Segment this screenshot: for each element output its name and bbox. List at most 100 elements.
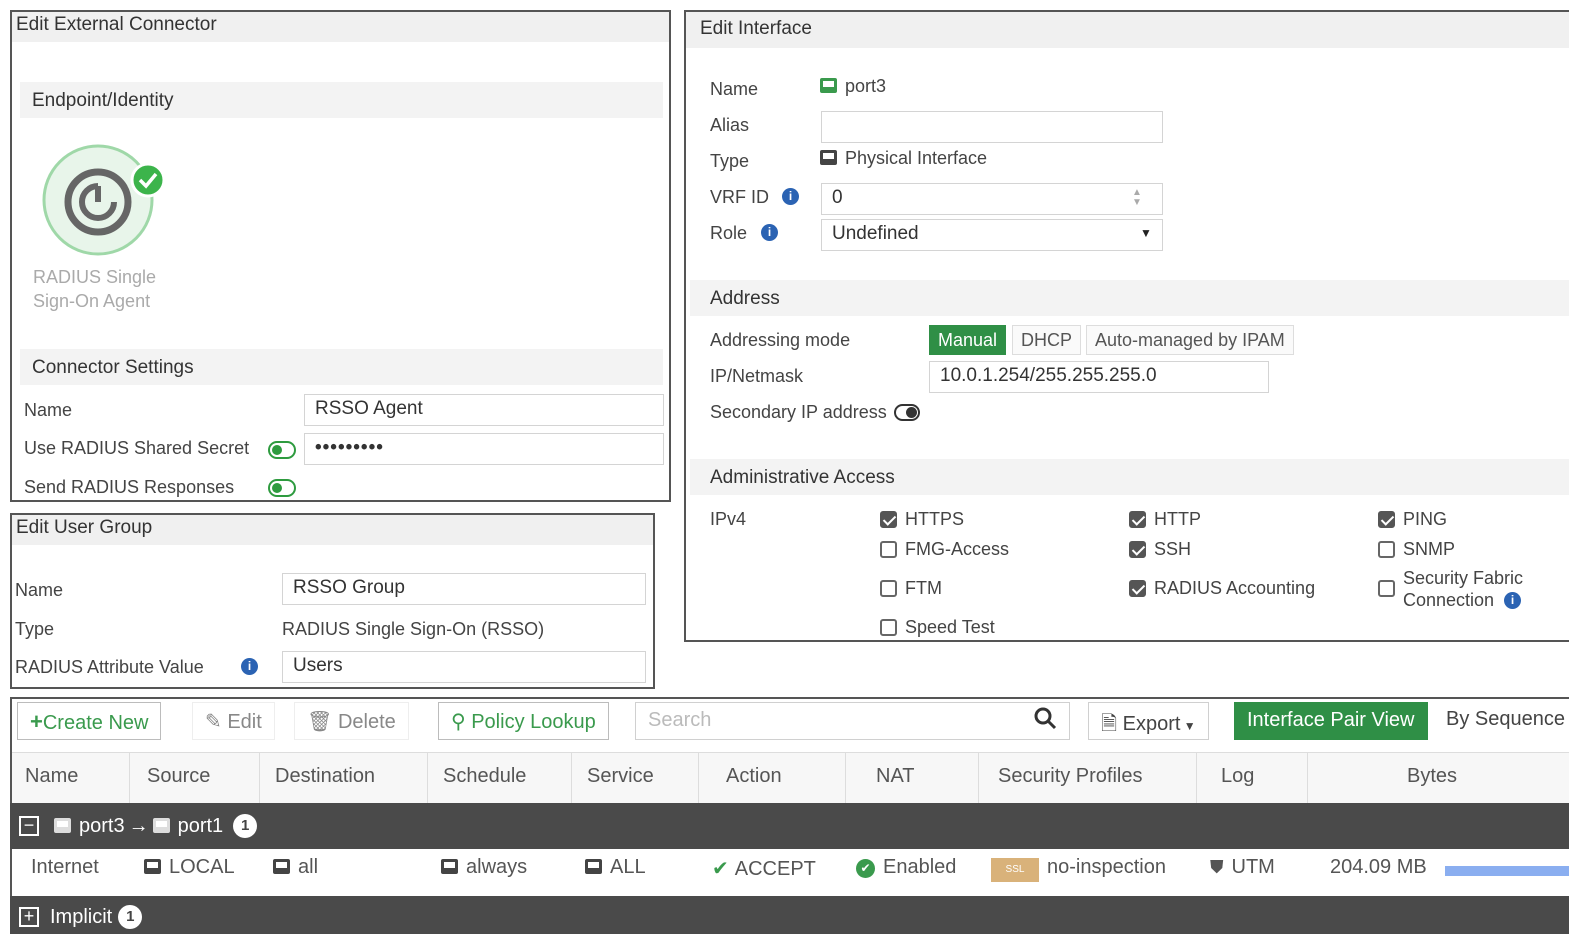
ssh-checkbox[interactable] xyxy=(1129,541,1146,558)
ssh-label: SSH xyxy=(1154,539,1192,559)
shared-secret-label: Use RADIUS Shared Secret xyxy=(24,438,250,458)
secondary-ip-toggle[interactable] xyxy=(894,404,920,421)
http-checkbox[interactable] xyxy=(1129,511,1146,528)
alias-label: Alias xyxy=(710,115,750,135)
count-badge: 1 xyxy=(233,814,258,838)
alias-input[interactable] xyxy=(821,111,1163,143)
trash-icon: 🗑 xyxy=(307,711,338,733)
plus-icon: + xyxy=(30,709,43,734)
info-icon[interactable]: i xyxy=(782,188,799,205)
group-name-input[interactable]: RSSO Group xyxy=(282,573,646,605)
caret-down-icon: ▼ xyxy=(1180,719,1196,733)
shield-icon: ⛊ xyxy=(1210,857,1224,877)
spinner-icon[interactable]: ▲ ▼ xyxy=(1132,188,1142,208)
collapse-icon[interactable]: − xyxy=(19,816,39,836)
radius-accounting-checkbox[interactable] xyxy=(1129,580,1146,597)
speed-test-checkbox[interactable] xyxy=(880,619,897,636)
snmp-checkbox[interactable] xyxy=(1378,541,1395,558)
endpoint-section-header: Endpoint/Identity xyxy=(20,82,663,118)
vrf-input[interactable]: 0 xyxy=(821,183,1163,215)
if-type-label: Type xyxy=(710,151,750,171)
group-type-label: Type xyxy=(15,619,55,639)
col-service[interactable]: Service xyxy=(572,753,699,803)
edit-button[interactable]: ✎ Edit xyxy=(192,702,275,740)
send-responses-label: Send RADIUS Responses xyxy=(24,477,235,497)
col-action[interactable]: Action xyxy=(699,753,846,803)
row-service: ALL xyxy=(585,856,646,879)
port-icon xyxy=(54,818,71,833)
info-icon[interactable]: i xyxy=(1504,592,1521,609)
agent-label-line2: Sign-On Agent xyxy=(33,291,151,311)
panel-title: Edit Interface xyxy=(686,12,1569,48)
by-sequence-button[interactable]: By Sequence xyxy=(1434,702,1569,740)
bytes-bar xyxy=(1445,866,1569,876)
search-input[interactable]: Search xyxy=(635,702,1070,740)
col-schedule[interactable]: Schedule xyxy=(428,753,572,803)
policy-lookup-button[interactable]: ⚲ Policy Lookup xyxy=(438,702,609,740)
expand-icon[interactable]: + xyxy=(19,907,39,927)
col-bytes[interactable]: Bytes xyxy=(1308,753,1569,803)
ftm-checkbox[interactable] xyxy=(880,580,897,597)
checkmark-icon: ✔ xyxy=(712,858,729,880)
role-label: Role xyxy=(710,223,748,243)
col-source[interactable]: Source xyxy=(130,753,260,803)
group-row-implicit[interactable]: + Implicit 1 xyxy=(10,896,1569,934)
connector-settings-header: Connector Settings xyxy=(20,349,663,385)
document-icon: 🗎 xyxy=(1101,713,1123,735)
address-icon xyxy=(273,859,290,874)
role-select[interactable]: Undefined xyxy=(821,219,1163,251)
connector-name-input[interactable]: RSSO Agent xyxy=(304,394,664,426)
row-source: LOCAL xyxy=(144,856,235,879)
addressing-mode-label: Addressing mode xyxy=(710,330,851,350)
col-name[interactable]: Name xyxy=(12,753,130,803)
mode-dhcp[interactable]: DHCP xyxy=(1012,325,1082,355)
row-schedule: always xyxy=(441,856,527,879)
interface-pair-view-button[interactable]: Interface Pair View xyxy=(1234,702,1428,740)
mode-manual[interactable]: Manual xyxy=(929,325,1007,355)
group-type-value: RADIUS Single Sign-On (RSSO) xyxy=(282,619,545,639)
info-icon[interactable]: i xyxy=(241,658,258,675)
fmg-access-checkbox[interactable] xyxy=(880,541,897,558)
security-fabric-label-line1: Security Fabric xyxy=(1403,568,1524,588)
row-bytes: 204.09 MB xyxy=(1330,856,1427,878)
ping-checkbox[interactable] xyxy=(1378,511,1395,528)
info-icon[interactable]: i xyxy=(761,224,778,241)
port-icon xyxy=(820,78,837,93)
mode-ipam[interactable]: Auto-managed by IPAM xyxy=(1086,325,1294,355)
agent-label-line1: RADIUS Single xyxy=(33,267,157,287)
if-name-value: port3 xyxy=(820,76,886,97)
row-security-profile: SSL no-inspection xyxy=(991,856,1166,882)
col-nat[interactable]: NAT xyxy=(846,753,979,803)
ip-netmask-input[interactable]: 10.0.1.254/255.255.255.0 xyxy=(929,361,1269,393)
col-log[interactable]: Log xyxy=(1197,753,1308,803)
delete-button[interactable]: 🗑 Delete xyxy=(294,702,409,740)
col-security-profiles[interactable]: Security Profiles xyxy=(979,753,1197,803)
if-type-value: Physical Interface xyxy=(820,148,987,169)
https-label: HTTPS xyxy=(905,509,965,529)
calendar-icon xyxy=(441,859,458,874)
implicit-label: Implicit 1 xyxy=(50,905,143,929)
shared-secret-input[interactable]: ••••••••• xyxy=(304,433,664,465)
radius-accounting-label: RADIUS Accounting xyxy=(1154,578,1316,598)
connector-name-label: Name xyxy=(24,400,73,420)
chevron-down-icon[interactable]: ▼ xyxy=(1140,226,1152,240)
row-name: Internet xyxy=(31,856,99,878)
pencil-icon: ✎ xyxy=(205,711,228,733)
https-checkbox[interactable] xyxy=(880,511,897,528)
group-row-port3-port1[interactable]: − port3 → port1 1 xyxy=(10,803,1569,849)
col-destination[interactable]: Destination xyxy=(260,753,428,803)
user-group-panel: Edit User Group Name RSSO Group Type RAD… xyxy=(10,513,655,689)
attr-value-input[interactable]: Users xyxy=(282,651,646,683)
send-responses-toggle[interactable] xyxy=(268,479,296,497)
shared-secret-toggle[interactable] xyxy=(268,441,296,459)
rsso-agent-icon[interactable] xyxy=(42,144,172,269)
speed-test-label: Speed Test xyxy=(905,617,995,637)
create-new-button[interactable]: +Create New xyxy=(17,702,162,740)
fmg-access-label: FMG-Access xyxy=(905,539,1010,559)
search-icon: ⚲ xyxy=(451,711,472,733)
search-icon[interactable] xyxy=(1033,706,1059,737)
export-button[interactable]: 🗎 Export ▼ xyxy=(1088,702,1209,740)
security-fabric-checkbox[interactable] xyxy=(1378,580,1395,597)
admin-access-header: Administrative Access xyxy=(690,459,1569,495)
physical-interface-icon xyxy=(820,150,837,165)
